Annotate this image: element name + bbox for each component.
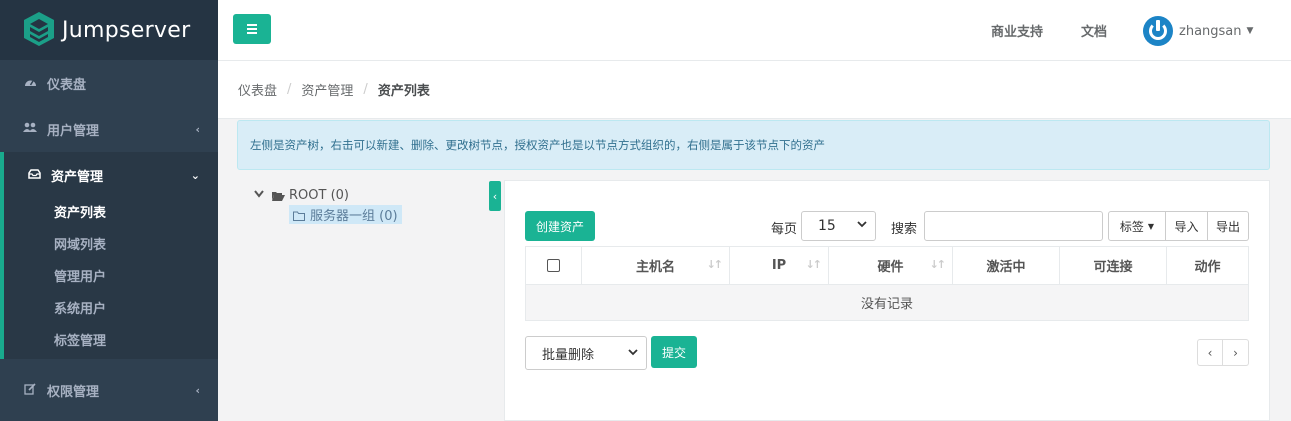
asset-tree: ROOT (0) 服务器一组 (0): [254, 185, 402, 224]
breadcrumb-current: 资产列表: [377, 84, 430, 99]
sidebar-item-label: 仪表盘: [47, 77, 87, 93]
submit-button[interactable]: 提交: [651, 336, 697, 368]
table-header: 主机名 ↓↑ IP ↓↑ 硬件 ↓↑ 激活中 可连接 动作: [526, 247, 1248, 285]
info-alert: 左侧是资产树，右击可以新建、删除、更改树节点，授权资产也是以节点方式组织的，右侧…: [237, 120, 1270, 170]
sidebar-item-label: 权限管理: [47, 384, 100, 400]
brand-name: Jumpserver: [62, 17, 191, 43]
per-page-select[interactable]: 15: [801, 211, 876, 241]
per-page-value: 15: [818, 218, 836, 234]
folder-open-icon: [272, 190, 285, 201]
sidebar-item-label: 资产管理: [51, 169, 104, 185]
user-menu[interactable]: zhangsan ▼: [1143, 16, 1253, 46]
avatar: [1143, 16, 1173, 46]
tags-dropdown-button[interactable]: 标签 ▼: [1108, 211, 1166, 241]
column-header-ip[interactable]: IP ↓↑: [730, 247, 829, 284]
create-asset-button[interactable]: 创建资产: [525, 211, 595, 241]
username: zhangsan: [1179, 23, 1242, 39]
export-button[interactable]: 导出: [1208, 211, 1249, 241]
caret-down-icon: ▼: [1147, 221, 1155, 231]
tree-node-label[interactable]: ROOT (0): [289, 188, 349, 203]
column-header-connectable: 可连接: [1060, 247, 1167, 284]
submenu-item-system-user[interactable]: 系统用户: [4, 294, 218, 326]
tree-node-server-group[interactable]: 服务器一组 (0): [289, 205, 402, 224]
tree-node-root[interactable]: ROOT (0): [254, 185, 402, 205]
pagination: ‹ ›: [1197, 339, 1249, 366]
dashboard-icon: [22, 76, 38, 90]
asset-table: 主机名 ↓↑ IP ↓↑ 硬件 ↓↑ 激活中 可连接 动作 没有记录: [525, 246, 1249, 321]
sidebar-item-label: 用户管理: [47, 123, 100, 139]
collapse-tree-button[interactable]: ‹: [489, 181, 501, 211]
inbox-icon: [26, 168, 42, 182]
submenu-item-domain-list[interactable]: 网域列表: [4, 230, 218, 262]
support-link[interactable]: 商业支持: [991, 21, 1043, 40]
tree-node-label[interactable]: 服务器一组 (0): [310, 205, 398, 224]
chevron-down-icon: [857, 220, 867, 231]
chevron-down-icon: ⌄: [190, 168, 200, 182]
alert-text: 左侧是资产树，右击可以新建、删除、更改树节点，授权资产也是以节点方式组织的，右侧…: [250, 138, 825, 152]
breadcrumb-item[interactable]: 资产管理: [301, 80, 353, 99]
import-button[interactable]: 导入: [1166, 211, 1208, 241]
sidebar-item-permissions[interactable]: 权限管理 ‹: [0, 367, 218, 413]
prev-page-button[interactable]: ‹: [1197, 339, 1223, 366]
bulk-action-select[interactable]: 批量删除: [525, 336, 647, 370]
logo[interactable]: Jumpserver: [0, 0, 218, 60]
column-header-active: 激活中: [953, 247, 1060, 284]
submenu-item-asset-list[interactable]: 资产列表: [4, 198, 218, 230]
search-input[interactable]: [924, 211, 1103, 241]
bulk-action-value: 批量删除: [542, 347, 595, 363]
docs-link[interactable]: 文档: [1081, 21, 1107, 40]
empty-table-message: 没有记录: [526, 285, 1248, 320]
search-label: 搜索: [891, 222, 918, 237]
toolbar-button-group: 标签 ▼ 导入 导出: [1108, 211, 1249, 241]
top-navbar: 商业支持 文档 zhangsan ▼: [218, 0, 1291, 61]
sidebar-item-assets[interactable]: 资产管理 ⌄: [0, 152, 218, 198]
chevron-left-icon: ‹: [492, 189, 498, 203]
submenu-item-admin-user[interactable]: 管理用户: [4, 262, 218, 294]
breadcrumb: 仪表盘 / 资产管理 / 资产列表: [218, 61, 1291, 119]
users-icon: [22, 122, 38, 136]
chevron-left-icon: ‹: [195, 122, 200, 136]
sort-icon: ↓↑: [706, 258, 724, 271]
sort-icon: ↓↑: [929, 258, 947, 271]
next-page-button[interactable]: ›: [1223, 339, 1249, 366]
menu-toggle-button[interactable]: [233, 14, 271, 44]
per-page-label: 每页: [771, 222, 798, 237]
submenu-item-label-manage[interactable]: 标签管理: [4, 326, 218, 359]
asset-submenu: 资产列表 网域列表 管理用户 系统用户 标签管理: [0, 198, 218, 359]
select-all-checkbox[interactable]: [547, 259, 560, 272]
column-header-hostname[interactable]: 主机名 ↓↑: [582, 247, 730, 284]
sidebar: Jumpserver 仪表盘 用户管理 ‹ 资产管理 ⌄ 资产列表 网域列表 管…: [0, 0, 218, 421]
edit-icon: [22, 382, 38, 398]
chevron-left-icon: ‹: [195, 383, 200, 397]
chevron-down-icon[interactable]: [254, 189, 266, 201]
sort-icon: ↓↑: [805, 258, 823, 271]
folder-icon: [293, 210, 306, 221]
breadcrumb-item[interactable]: 仪表盘: [238, 80, 277, 99]
column-header-actions: 动作: [1194, 260, 1221, 275]
column-header-hardware[interactable]: 硬件 ↓↑: [829, 247, 953, 284]
chevron-down-icon: [628, 348, 638, 359]
sidebar-item-dashboard[interactable]: 仪表盘: [0, 60, 218, 106]
jumpserver-logo-icon: [24, 12, 54, 46]
sidebar-item-users[interactable]: 用户管理 ‹: [0, 106, 218, 152]
caret-down-icon: ▼: [1246, 26, 1254, 36]
select-all-cell: [526, 247, 582, 284]
